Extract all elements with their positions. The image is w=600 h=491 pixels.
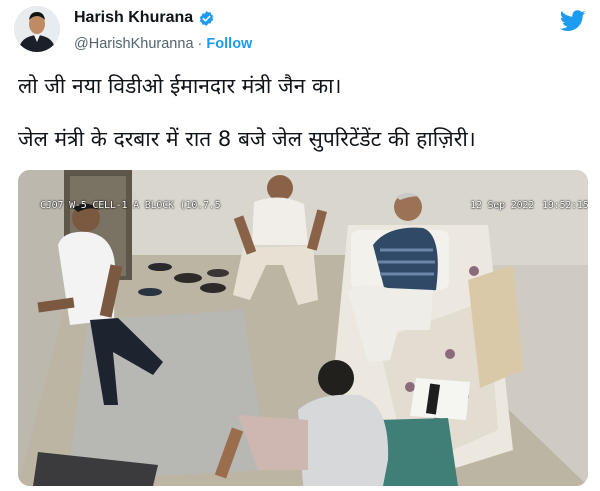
cctv-camera-label: CJ07 W-5 CELL-1 A BLOCK (10.7.5 xyxy=(40,200,221,211)
author-name-line: Harish Khurana xyxy=(74,9,215,27)
tweet-media-image[interactable]: CJ07 W-5 CELL-1 A BLOCK (10.7.5 12 Sep 2… xyxy=(18,170,588,486)
cctv-scene xyxy=(18,170,588,486)
author-handle[interactable]: @HarishKhuranna xyxy=(74,36,194,52)
tweet-text-line-1: लो जी नया विडीओ ईमानदार मंत्री जैन का। xyxy=(18,74,342,98)
author-display-name[interactable]: Harish Khurana xyxy=(74,9,193,27)
cctv-time: 19:52:15 xyxy=(542,200,588,211)
author-handle-line: @HarishKhuranna · Follow xyxy=(74,36,252,52)
tweet-text-line-2: जेल मंत्री के दरबार में रात 8 बजे जेल सु… xyxy=(18,127,476,151)
verified-badge-icon xyxy=(198,10,215,27)
twitter-bird-icon[interactable] xyxy=(559,10,586,32)
separator-dot: · xyxy=(197,36,203,52)
tweet-header: Harish Khurana @HarishKhuranna · Follow xyxy=(0,0,600,62)
follow-button[interactable]: Follow xyxy=(206,36,252,52)
cctv-date: 12 Sep 2022 xyxy=(470,200,535,211)
avatar[interactable] xyxy=(14,6,60,52)
